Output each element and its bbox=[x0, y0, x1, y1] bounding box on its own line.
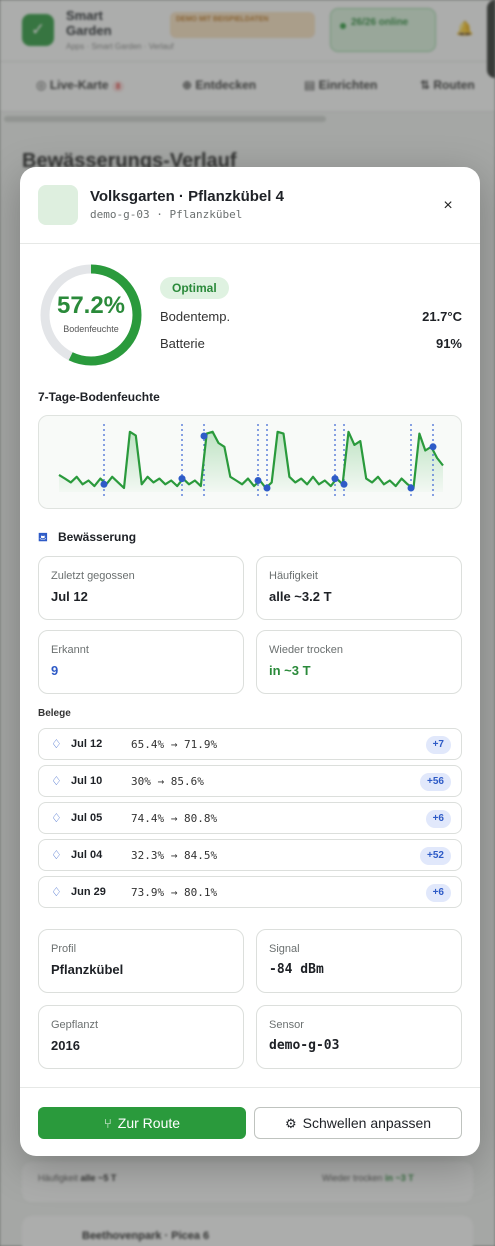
watering-event-point bbox=[429, 443, 437, 451]
moisture-value: 57.2% bbox=[56, 292, 126, 319]
watering-event-point bbox=[200, 432, 208, 440]
sliders-icon: ⚙ bbox=[284, 1116, 297, 1131]
delta-badge: +52 bbox=[420, 847, 451, 865]
moisture-gauge: 57.2% Bodenfeuchte bbox=[38, 262, 144, 368]
irrigation-title: ⛾ Bewässerung bbox=[38, 530, 137, 544]
watering-event-point bbox=[263, 484, 271, 492]
watering-event-point bbox=[254, 477, 262, 484]
delta-badge: +56 bbox=[420, 773, 451, 791]
route-icon: ⑂ bbox=[103, 1116, 112, 1131]
plant-thumbnail bbox=[38, 185, 78, 225]
modal-title: Volksgarten · Pflanzkübel 4 bbox=[90, 188, 284, 205]
moisture-chart bbox=[38, 415, 462, 509]
beleg-row[interactable]: ♢ Jul 10 30% → 85.6% +56 bbox=[38, 765, 462, 797]
moisture-chart-svg bbox=[58, 424, 444, 498]
sensor-card: Sensor demo-g-03 bbox=[256, 1005, 462, 1069]
profile-card: Profil Pflanzkübel bbox=[38, 929, 244, 993]
battery-label: Batterie bbox=[160, 336, 205, 351]
droplet-icon: ♢ bbox=[51, 848, 62, 862]
beleg-row[interactable]: ♢ Jul 12 65.4% → 71.9% +7 bbox=[38, 728, 462, 760]
watering-event-point bbox=[100, 480, 108, 488]
status-badge: Optimal bbox=[160, 277, 229, 299]
detected-card: Erkannt 9 bbox=[38, 630, 244, 694]
sensor-detail-modal: Volksgarten · Pflanzkübel 4 demo-g-03 · … bbox=[20, 167, 480, 1156]
soil-temp-label: Bodentemp. bbox=[160, 309, 231, 324]
adjust-thresholds-button[interactable]: ⚙ Schwellen anpassen bbox=[254, 1107, 462, 1139]
close-icon[interactable]: × bbox=[436, 194, 460, 218]
modal-footer: ⑂ Zur Route ⚙ Schwellen anpassen bbox=[20, 1087, 480, 1156]
droplet-icon: ♢ bbox=[51, 811, 62, 825]
modal-subtitle: demo-g-03 · Pflanzkübel bbox=[90, 208, 243, 221]
moisture-line bbox=[58, 430, 444, 490]
watering-event-point bbox=[178, 475, 186, 483]
route-button[interactable]: ⑂ Zur Route bbox=[38, 1107, 246, 1139]
droplet-icon: ♢ bbox=[51, 885, 62, 899]
droplet-icon: ♢ bbox=[51, 774, 62, 788]
planted-card: Gepflanzt 2016 bbox=[38, 1005, 244, 1069]
frequency-card: Häufigkeit alle ~3.2 T bbox=[256, 556, 462, 620]
delta-badge: +6 bbox=[425, 810, 451, 828]
delta-badge: +6 bbox=[425, 884, 451, 902]
modal-header: Volksgarten · Pflanzkübel 4 demo-g-03 · … bbox=[20, 167, 480, 244]
droplet-icon: ♢ bbox=[51, 737, 62, 751]
soil-temp-value: 21.7°C bbox=[422, 309, 462, 324]
beleg-row[interactable]: ♢ Jul 04 32.3% → 84.5% +52 bbox=[38, 839, 462, 871]
chart-title: 7-Tage-Bodenfeuchte bbox=[38, 390, 160, 404]
dry-again-card: Wieder trocken in ~3 T bbox=[256, 630, 462, 694]
watering-event-point bbox=[340, 480, 348, 488]
watering-event-point bbox=[331, 475, 339, 483]
watering-can-icon: ⛾ bbox=[38, 530, 48, 544]
beleg-row[interactable]: ♢ Jun 29 73.9% → 80.1% +6 bbox=[38, 876, 462, 908]
battery-value: 91% bbox=[435, 336, 462, 351]
beleg-row[interactable]: ♢ Jul 05 74.4% → 80.8% +6 bbox=[38, 802, 462, 834]
watering-event-point bbox=[407, 484, 415, 492]
delta-badge: +7 bbox=[425, 736, 451, 754]
signal-card: Signal -84 dBm bbox=[256, 929, 462, 993]
belege-title: Belege bbox=[38, 708, 71, 719]
last-watered-card: Zuletzt gegossen Jul 12 bbox=[38, 556, 244, 620]
moisture-label: Bodenfeuchte bbox=[63, 324, 119, 334]
